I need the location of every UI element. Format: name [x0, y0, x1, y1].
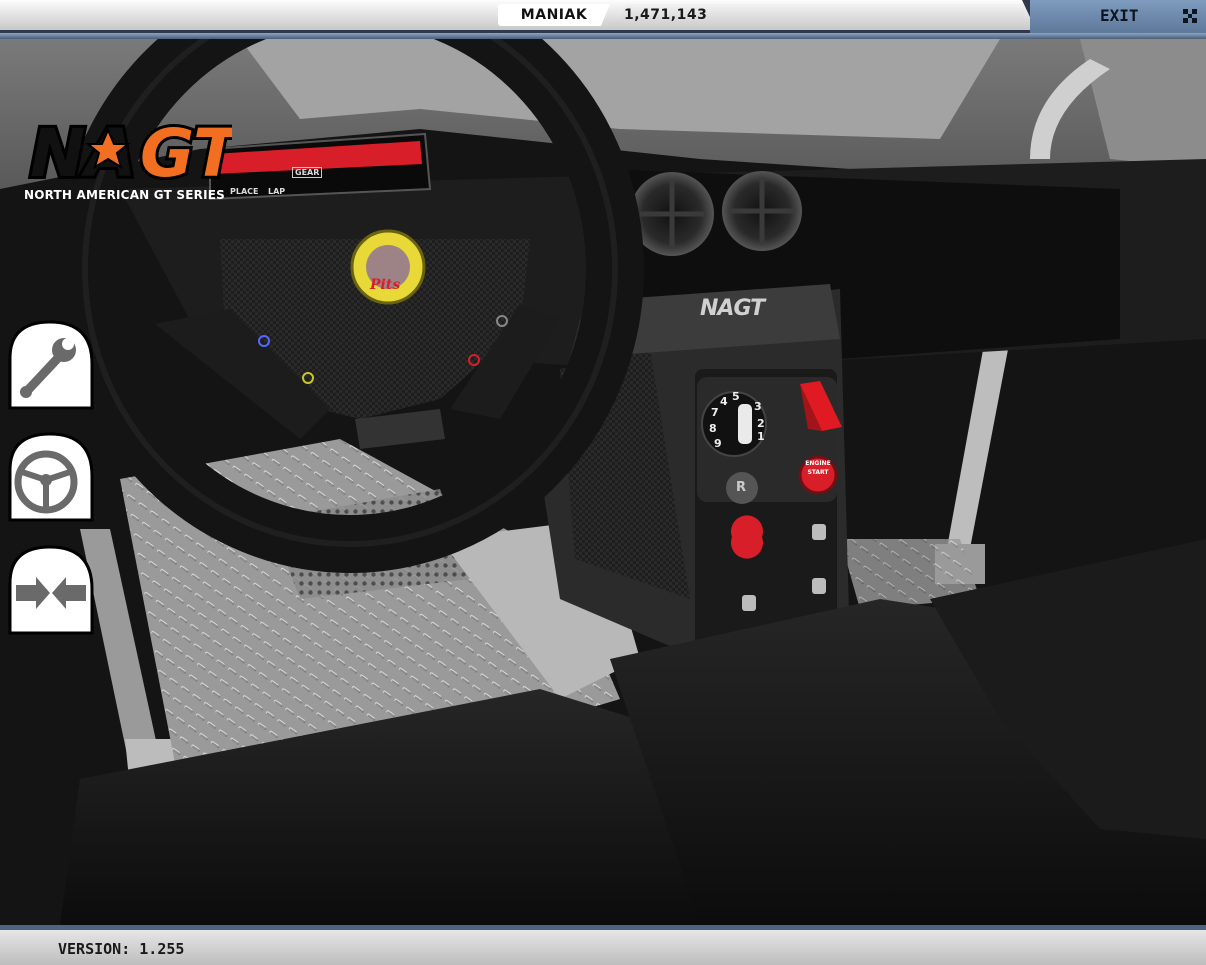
username-label: MANIAK	[498, 4, 610, 26]
screen-label-place: PLACE	[230, 187, 259, 196]
steering-tab[interactable]	[6, 430, 94, 522]
exit-button[interactable]: EXIT	[1100, 6, 1139, 25]
steering-wheel-icon	[8, 432, 94, 522]
ignition-number-1: 1	[757, 430, 765, 443]
reverse-button[interactable]: R	[736, 480, 746, 495]
ignition-number-5: 5	[732, 390, 740, 403]
ignition-number-3: 3	[754, 400, 762, 413]
score-label: 1,471,143	[614, 4, 1024, 26]
nagt-logo: NA NA GT GT NORTH AMERICAN GT SERIES	[22, 112, 246, 212]
logo-tagline: NORTH AMERICAN GT SERIES	[24, 188, 225, 202]
compress-arrows-icon	[8, 545, 94, 635]
svg-text:NA: NA	[30, 115, 136, 192]
wrench-tab[interactable]	[6, 318, 94, 410]
screen-label-gear: GEAR	[292, 167, 323, 178]
ignition-number-2: 2	[757, 417, 765, 430]
console-badge: NAGT	[700, 296, 765, 321]
screen-label-lap: LAP	[268, 187, 286, 196]
engine-start-line2: START	[807, 469, 829, 476]
ignition-number-4: 4	[720, 395, 728, 408]
version-label: VERSION: 1.255	[58, 940, 185, 958]
ignition-number-8: 8	[709, 422, 717, 435]
compress-tab[interactable]	[6, 543, 94, 635]
close-icon[interactable]	[1182, 8, 1198, 24]
ignition-number-9: 9	[714, 437, 722, 450]
engine-start-line1: ENGINE	[805, 460, 831, 467]
wrench-icon	[8, 320, 94, 410]
svg-text:GT: GT	[140, 115, 232, 192]
ignition-number-7: 7	[711, 406, 719, 419]
steering-hub-text: Pits	[370, 277, 401, 293]
engine-start-button[interactable]: ENGINE START	[800, 459, 836, 477]
